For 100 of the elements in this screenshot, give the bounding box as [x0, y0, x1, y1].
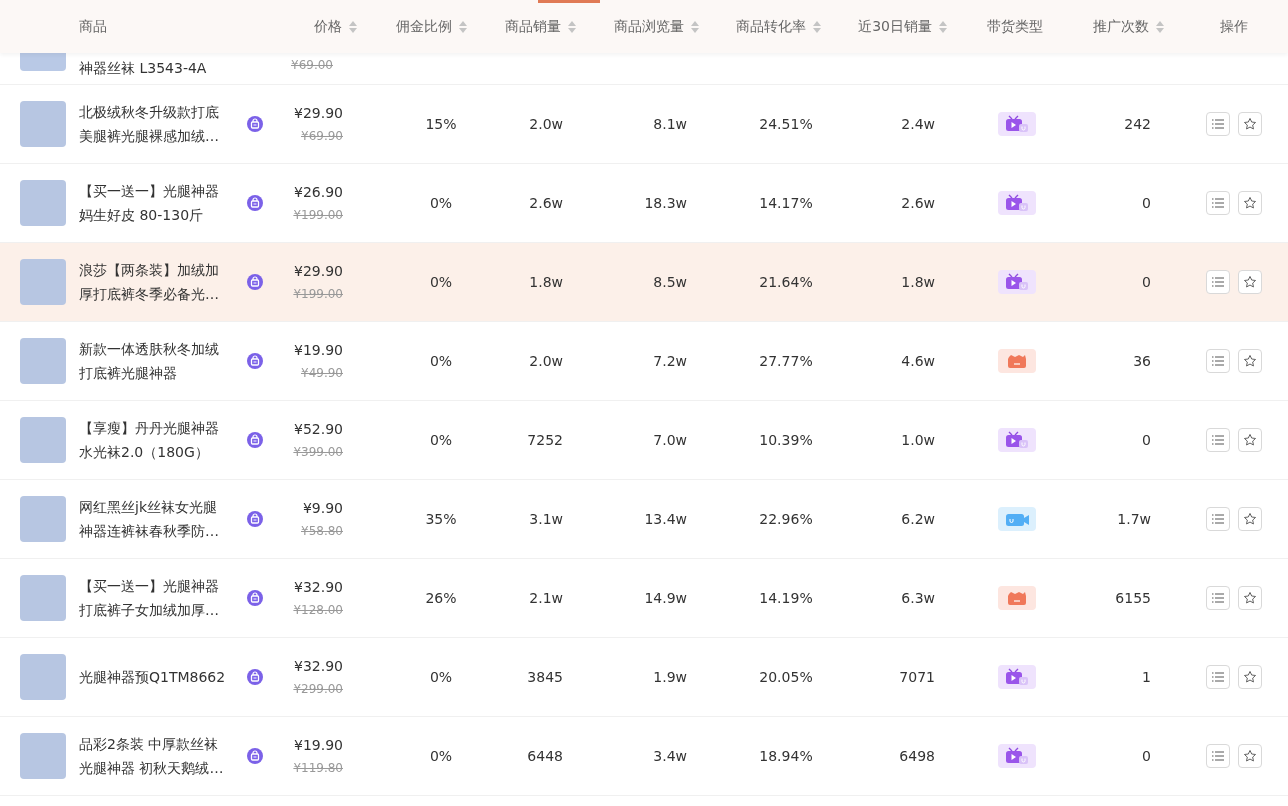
price: ¥32.90: [294, 657, 343, 676]
favorite-button[interactable]: [1238, 665, 1262, 689]
column-header[interactable]: 商品转化率: [736, 16, 806, 37]
product-name-line[interactable]: 品彩2条装 中厚款丝袜: [79, 732, 219, 756]
table-row[interactable]: 浪莎【两条装】加绒加 厚打底裤冬季必备光… ¥29.90 ¥199.00 0% 1.8w 8.5w 21.64% 1.8w 0: [0, 243, 1288, 322]
price: ¥19.90: [294, 341, 343, 360]
product-name-line[interactable]: 浪莎【两条装】加绒加: [79, 258, 219, 282]
photo-placeholder: [20, 101, 66, 147]
column-header[interactable]: 推广次数: [1093, 16, 1149, 37]
promotion-count: 0: [1142, 430, 1151, 450]
sales-count: 1.8w: [529, 272, 563, 292]
product-name-line[interactable]: 厚打底裤冬季必备光…: [79, 282, 219, 306]
sales-count: 2.0w: [529, 114, 563, 134]
product-name[interactable]: 神器丝袜 L3543-4A: [79, 58, 207, 78]
product-name-line[interactable]: 【买一送一】光腿神器: [79, 574, 219, 598]
promotion-count: 0: [1142, 272, 1151, 292]
shop-bag-icon[interactable]: [247, 432, 263, 448]
list-button[interactable]: [1206, 191, 1230, 215]
favorite-button[interactable]: [1238, 507, 1262, 531]
sales-30d: 6.2w: [901, 509, 935, 529]
list-button[interactable]: [1206, 586, 1230, 610]
basket-icon: [998, 586, 1036, 610]
price: ¥9.90: [302, 499, 343, 518]
views-count: 18.3w: [644, 193, 687, 213]
favorite-button[interactable]: [1238, 586, 1262, 610]
shop-bag-icon[interactable]: [247, 590, 263, 606]
column-header[interactable]: 近30日销量: [858, 16, 932, 37]
favorite-button[interactable]: [1238, 744, 1262, 768]
favorite-button[interactable]: [1238, 270, 1262, 294]
sales-30d: 4.6w: [901, 351, 935, 371]
favorite-button[interactable]: [1238, 191, 1262, 215]
product-name-line[interactable]: 美腿裤光腿裸感加绒…: [79, 124, 219, 148]
photo-placeholder: [20, 575, 66, 621]
sales-30d: 7071: [899, 667, 935, 687]
product-name-line[interactable]: 【买一送一】光腿神器: [79, 179, 219, 203]
product-name-line[interactable]: 光腿神器预Q1TM8662: [79, 665, 226, 689]
promotion-count: 6155: [1115, 588, 1151, 608]
shop-bag-icon[interactable]: [247, 116, 263, 132]
original-price: ¥128.00: [293, 602, 343, 619]
list-icon: [1212, 277, 1224, 287]
product-name-line[interactable]: 打底裤子女加绒加厚…: [79, 598, 219, 622]
star-icon: [1243, 433, 1257, 447]
price: ¥19.90: [294, 736, 343, 755]
shop-bag-icon[interactable]: [247, 511, 263, 527]
product-name-line[interactable]: 妈生好皮 80-130斤: [79, 203, 204, 227]
product-name-line[interactable]: 北极绒秋冬升级款打底: [79, 100, 219, 124]
favorite-button[interactable]: [1238, 349, 1262, 373]
list-button[interactable]: [1206, 665, 1230, 689]
shop-bag-icon[interactable]: [247, 195, 263, 211]
product-name-line[interactable]: 【享瘦】丹丹光腿神器: [79, 416, 219, 440]
product-name-line[interactable]: 神器连裤袜春秋季防…: [79, 519, 219, 543]
original-price: ¥69.90: [301, 128, 343, 145]
commission-rate: 35%: [425, 509, 457, 529]
conversion-rate: 18.94%: [759, 746, 813, 766]
original-price: ¥58.80: [301, 523, 343, 540]
photo-placeholder: [20, 417, 66, 463]
price: ¥29.90: [294, 104, 343, 123]
original-price: ¥119.80: [293, 760, 343, 777]
tv-play-icon: [998, 744, 1036, 768]
star-icon: [1243, 275, 1257, 289]
column-header[interactable]: 价格: [314, 16, 342, 37]
product-name-line[interactable]: 水光袜2.0（180G）: [79, 440, 209, 464]
sales-count: 2.1w: [529, 588, 563, 608]
active-tab-underline: [538, 0, 600, 3]
sales-count: 2.0w: [529, 351, 563, 371]
column-header: 带货类型: [987, 17, 1043, 36]
shop-bag-icon[interactable]: [247, 274, 263, 290]
views-count: 1.9w: [653, 667, 687, 687]
price: ¥29.90: [294, 262, 343, 281]
list-button[interactable]: [1206, 270, 1230, 294]
column-header[interactable]: 商品浏览量: [614, 16, 684, 37]
list-button[interactable]: [1206, 744, 1230, 768]
list-button[interactable]: [1206, 112, 1230, 136]
shop-bag-icon[interactable]: [247, 669, 263, 685]
photo-placeholder: [20, 496, 66, 542]
product-name-line[interactable]: 网红黑丝jk丝袜女光腿: [79, 495, 217, 519]
price: ¥26.90: [294, 183, 343, 202]
product-name-line[interactable]: 光腿神器 初秋天鹅绒…: [79, 756, 224, 780]
list-button[interactable]: [1206, 507, 1230, 531]
sales-count: 7252: [527, 430, 563, 450]
photo-placeholder: [20, 338, 66, 384]
column-header[interactable]: 佣金比例: [396, 16, 452, 37]
star-icon: [1243, 196, 1257, 210]
promotion-count: 0: [1142, 193, 1151, 213]
tv-play-icon: [998, 665, 1036, 689]
list-button[interactable]: [1206, 428, 1230, 452]
star-icon: [1243, 354, 1257, 368]
favorite-button[interactable]: [1238, 428, 1262, 452]
commission-rate: 0%: [429, 193, 453, 213]
original-price: ¥199.00: [293, 286, 343, 303]
product-name-line[interactable]: 打底裤光腿神器: [79, 361, 177, 385]
shop-bag-icon[interactable]: [247, 353, 263, 369]
list-button[interactable]: [1206, 349, 1230, 373]
tv-play-icon: [998, 112, 1036, 136]
column-header[interactable]: 商品销量: [505, 16, 561, 37]
sales-count: 6448: [527, 746, 563, 766]
shop-bag-icon[interactable]: [247, 748, 263, 764]
price: ¥32.90: [294, 578, 343, 597]
favorite-button[interactable]: [1238, 112, 1262, 136]
product-name-line[interactable]: 新款一体透肤秋冬加绒: [79, 337, 219, 361]
